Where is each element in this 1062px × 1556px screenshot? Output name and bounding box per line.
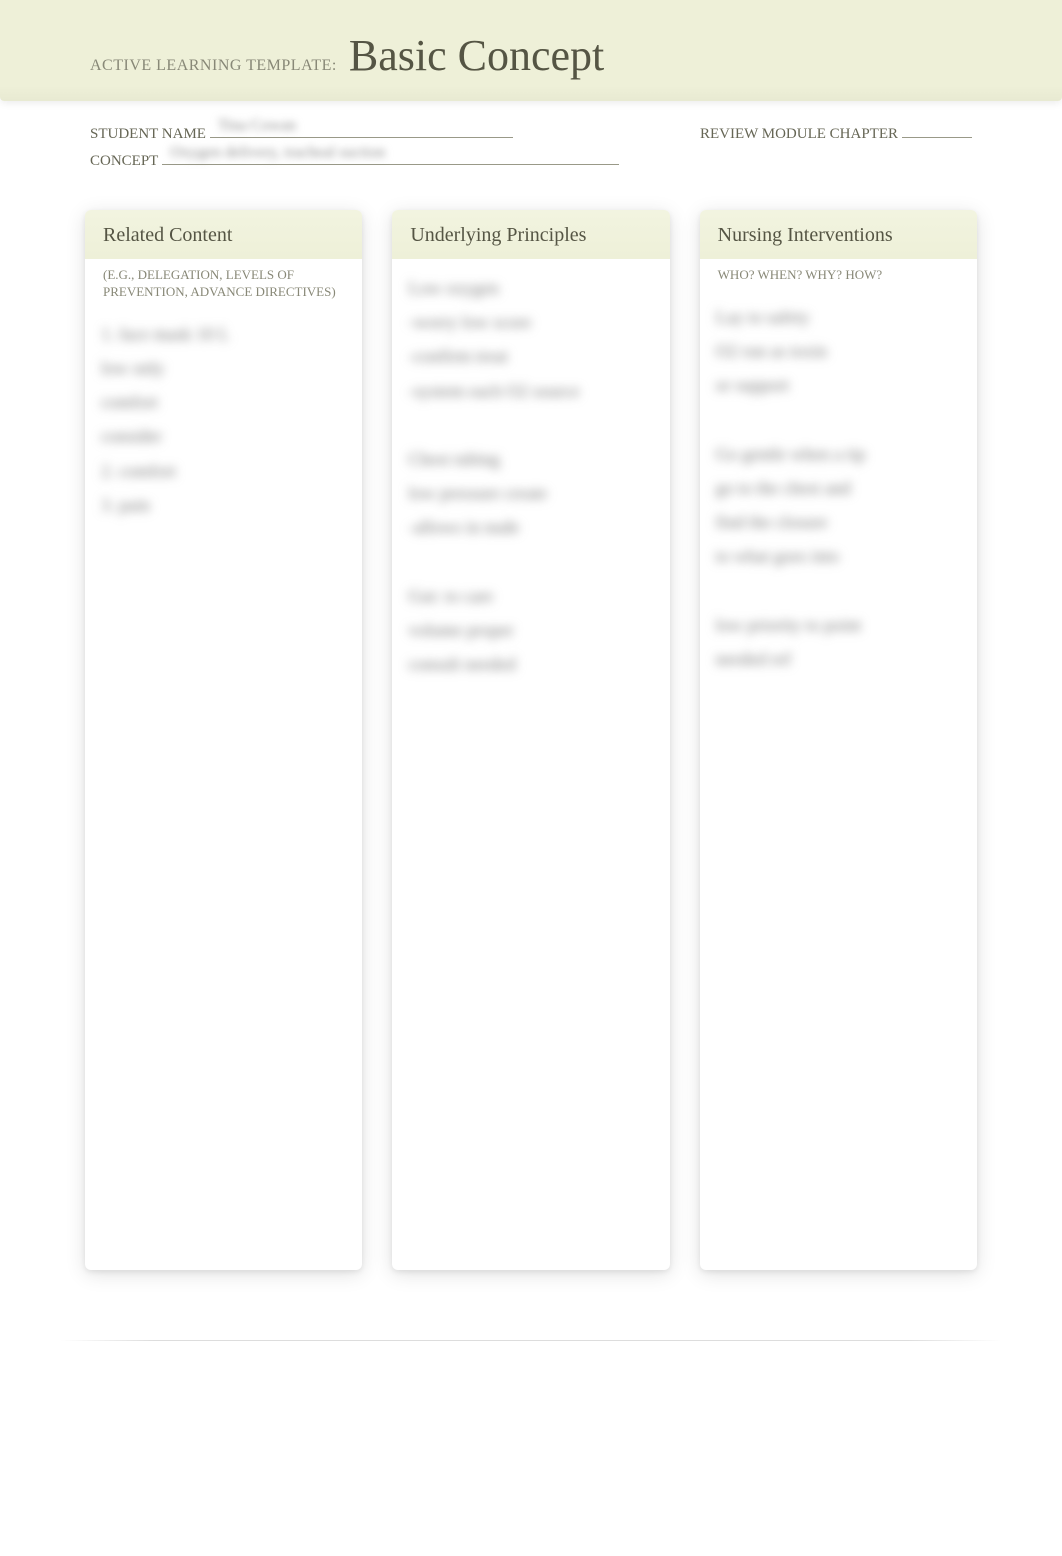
concept-field: CONCEPT Oxygen delivery, tracheal suctio… (90, 153, 619, 170)
header-band: ACTIVE LEARNING TEMPLATE: Basic Concept (0, 0, 1062, 101)
student-name-label: STUDENT NAME (90, 126, 206, 143)
card-nursing-interventions: Nursing Interventions WHO? WHEN? WHY? HO… (700, 210, 977, 1270)
student-name-field: STUDENT NAME Tina Cowan (90, 126, 513, 143)
card-body-interventions: Lay to safety O2 run as toxin or support… (700, 288, 977, 688)
concept-value: Oxygen delivery, tracheal suction (170, 144, 385, 162)
concept-line: Oxygen delivery, tracheal suction (162, 164, 619, 165)
chapter-line (902, 137, 972, 138)
template-title: Basic Concept (349, 31, 604, 80)
card-underlying-principles: Underlying Principles Low oxygen -worry … (392, 210, 669, 1270)
student-name-line: Tina Cowan (210, 137, 513, 138)
interventions-text: Lay to safety O2 run as toxin or support… (716, 300, 961, 676)
footer-divider (60, 1340, 1002, 1341)
card-sub-related: (E.G., DELEGATION, LEVELS OF PREVENTION,… (85, 259, 362, 305)
card-body-principles: Low oxygen -worry low score -confirm tre… (392, 259, 669, 693)
card-body-related: 1. face mask 10 L low only comfort consi… (85, 305, 362, 534)
card-header-related: Related Content (85, 210, 362, 259)
principles-text: Low oxygen -worry low score -confirm tre… (408, 271, 653, 681)
meta-row: STUDENT NAME Tina Cowan REVIEW MODULE CH… (0, 101, 1062, 180)
card-sub-interventions: WHO? WHEN? WHY? HOW? (700, 259, 977, 288)
concept-label: CONCEPT (90, 153, 158, 170)
chapter-field: REVIEW MODULE CHAPTER (700, 126, 972, 143)
columns: Related Content (E.G., DELEGATION, LEVEL… (0, 180, 1062, 1320)
related-content-text: 1. face mask 10 L low only comfort consi… (101, 317, 346, 522)
chapter-label: REVIEW MODULE CHAPTER (700, 126, 898, 143)
page-container: ACTIVE LEARNING TEMPLATE: Basic Concept … (0, 0, 1062, 1341)
card-header-interventions: Nursing Interventions (700, 210, 977, 259)
card-related-content: Related Content (E.G., DELEGATION, LEVEL… (85, 210, 362, 1270)
template-label: ACTIVE LEARNING TEMPLATE: (90, 57, 337, 74)
card-header-principles: Underlying Principles (392, 210, 669, 259)
student-name-value: Tina Cowan (218, 117, 296, 135)
